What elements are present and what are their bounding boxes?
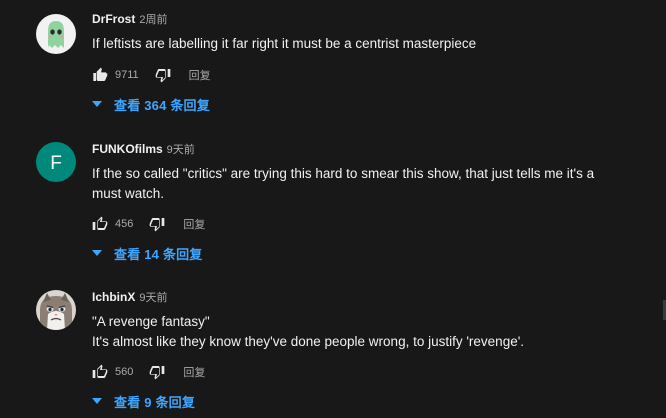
comment-text: "A revenge fantasy" It's almost like the… xyxy=(92,312,636,352)
avatar[interactable] xyxy=(36,290,76,330)
comment-actions: 560 回复 xyxy=(92,362,205,382)
thumbs-down-icon[interactable] xyxy=(149,216,165,232)
avatar-letter: F xyxy=(50,153,62,174)
ghost-avatar-icon xyxy=(36,14,76,54)
reply-button[interactable]: 回复 xyxy=(183,364,205,380)
comment-text-line: If leftists are labelling it far right i… xyxy=(92,36,477,51)
comment-text: If leftists are labelling it far right i… xyxy=(92,34,636,54)
view-replies-label: 查看 364 条回复 xyxy=(114,97,210,113)
thumbs-down-icon[interactable] xyxy=(155,67,171,83)
thumbs-up-icon[interactable] xyxy=(92,216,108,232)
comment-text-line: must watch. xyxy=(92,186,165,201)
view-replies-button[interactable]: 查看 14 条回复 xyxy=(92,241,202,265)
avatar[interactable] xyxy=(36,14,76,54)
comment-time[interactable]: 9天前 xyxy=(167,144,195,156)
view-replies-button[interactable]: 查看 9 条回复 xyxy=(92,389,195,413)
reply-button[interactable]: 回复 xyxy=(183,216,205,232)
caret-down-icon xyxy=(92,100,102,108)
comment-text-line: It's almost like they know they've done … xyxy=(92,334,525,349)
thumbs-down-icon[interactable] xyxy=(149,364,165,380)
comment-text: If the so called "critics" are trying th… xyxy=(92,164,636,204)
avatar[interactable]: F xyxy=(36,142,76,182)
view-replies-button[interactable]: 查看 364 条回复 xyxy=(92,92,210,116)
comment-actions: 456 回复 xyxy=(92,214,205,234)
like-count: 560 xyxy=(115,366,134,378)
view-replies-label: 查看 14 条回复 xyxy=(114,246,203,262)
thumbs-up-icon[interactable] xyxy=(92,364,108,380)
thumbs-up-filled-icon[interactable] xyxy=(92,67,108,83)
comment-author[interactable]: DrFrost xyxy=(92,12,135,26)
reply-button[interactable]: 回复 xyxy=(189,67,211,83)
comment-text-line: "A revenge fantasy" xyxy=(92,314,210,329)
like-count: 456 xyxy=(115,218,134,230)
cat-avatar-icon xyxy=(36,290,76,330)
comment-author[interactable]: FUNKOfilms xyxy=(92,142,163,156)
view-replies-label: 查看 9 条回复 xyxy=(114,394,196,410)
comment-actions: 9711 回复 xyxy=(92,65,211,85)
caret-down-icon xyxy=(92,249,102,257)
comment-time[interactable]: 2周前 xyxy=(139,14,167,26)
comment-time[interactable]: 9天前 xyxy=(139,292,167,304)
comments-section: DrFrost 2周前 If leftists are labelling it … xyxy=(0,0,666,418)
like-count: 9711 xyxy=(115,69,139,81)
caret-down-icon xyxy=(92,397,102,405)
comment-author[interactable]: IchbinX xyxy=(92,290,135,304)
comment-text-line: If the so called "critics" are trying th… xyxy=(92,166,595,181)
letter-avatar-icon: F xyxy=(36,142,76,182)
